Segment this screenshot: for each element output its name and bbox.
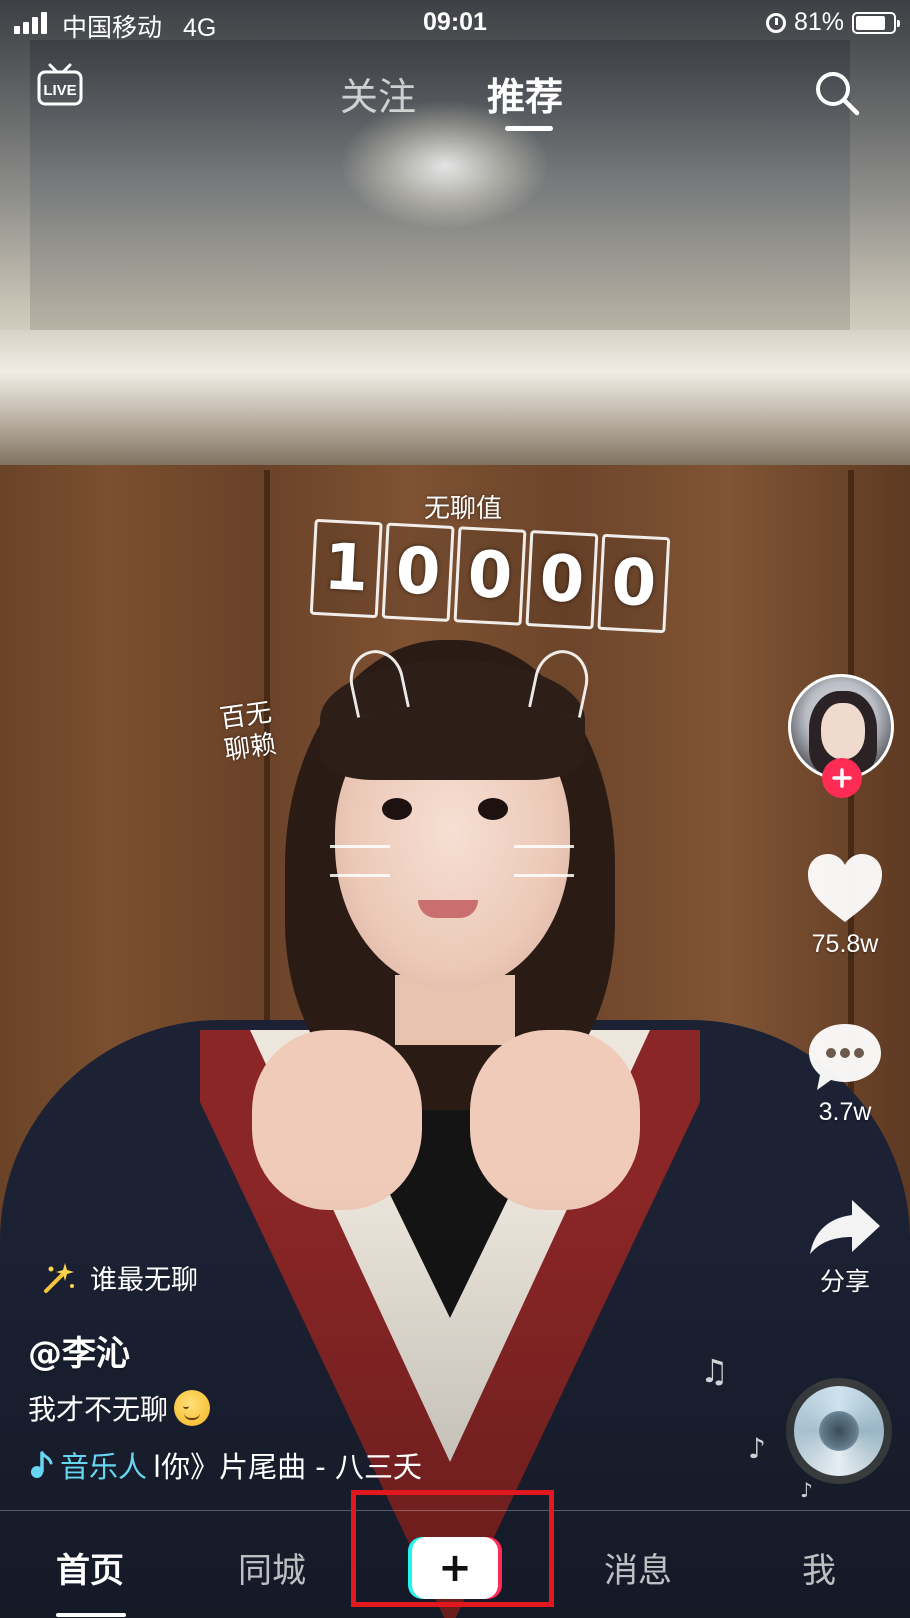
boredom-counter-sticker: 无聊值 1 0 0 0 0 [309, 494, 671, 660]
tab-recommend[interactable]: 推荐 [487, 66, 563, 121]
highlight-annotation-box [351, 1490, 554, 1607]
counter-digit: 0 [597, 533, 671, 634]
video-person-mouth [418, 900, 478, 918]
battery-fill [856, 15, 886, 30]
follow-plus-button[interactable] [822, 758, 862, 798]
creator-avatar-button[interactable] [788, 674, 894, 798]
side-doodle-sticker: 百无 聊赖 [218, 697, 278, 768]
alarm-icon [765, 12, 786, 33]
video-person-eye [382, 798, 412, 820]
music-note-icon: ♫ [700, 1352, 729, 1390]
music-disc-cover [819, 1411, 859, 1451]
caption-text: 我才不无聊 [28, 1393, 169, 1426]
tab-home[interactable]: 首页 [56, 1543, 124, 1592]
top-tabs: 关注 推荐 [0, 62, 910, 132]
counter-digit: 0 [453, 526, 527, 626]
counter-digit: 1 [309, 518, 383, 619]
video-molding [0, 330, 910, 470]
active-tab-indicator [505, 126, 553, 131]
like-count: 75.8w [811, 930, 879, 958]
avatar-face [821, 703, 865, 759]
sticker-caption: 无聊值 [424, 494, 503, 524]
tab-me[interactable]: 我 [802, 1543, 836, 1592]
comment-button[interactable]: 3.7w [790, 1020, 900, 1127]
tab-follow[interactable]: 关注 [340, 66, 416, 121]
sparkle-icon [44, 1262, 74, 1293]
search-icon[interactable] [812, 68, 862, 118]
status-right: 81% [765, 8, 900, 37]
plus-icon [832, 768, 852, 788]
creator-username[interactable]: @李沁 [28, 1326, 130, 1375]
counter-digit: 0 [525, 530, 599, 630]
share-label: 分享 [819, 1268, 870, 1296]
music-note-icon: ♪ [748, 1432, 766, 1465]
counter-row: 1 0 0 0 0 [309, 518, 671, 634]
music-disc-button[interactable] [786, 1378, 892, 1484]
video-caption: 我才不无聊 [28, 1388, 211, 1428]
app-screen: 无聊值 1 0 0 0 0 百无 聊赖 中国移动 4G 09:01 81% LI… [0, 0, 910, 1618]
tab-nearby[interactable]: 同城 [238, 1543, 306, 1592]
video-player[interactable]: 无聊值 1 0 0 0 0 百无 聊赖 [0, 0, 910, 1618]
comment-icon [809, 1024, 881, 1090]
battery-percent: 81% [793, 8, 844, 36]
video-person-eye [478, 798, 508, 820]
counter-digit: 0 [381, 522, 455, 622]
tab-messages[interactable]: 消息 [604, 1543, 672, 1592]
music-info[interactable]: 音乐人 l你》片尾曲 - 八三夭 [28, 1444, 441, 1486]
music-note-icon [31, 1451, 53, 1478]
whisker-sticker [330, 845, 390, 877]
music-note-icon: ♪ [800, 1478, 813, 1502]
home-tab-indicator [56, 1613, 126, 1617]
smirk-emoji-icon [174, 1390, 211, 1426]
like-button[interactable]: 75.8w [790, 850, 900, 959]
battery-icon [852, 11, 900, 34]
whisker-sticker [514, 845, 574, 877]
challenge-label: 谁最无聊 [90, 1265, 198, 1296]
heart-icon [808, 854, 882, 922]
music-title: l你》片尾曲 - 八三夭 [153, 1450, 422, 1484]
share-button[interactable]: 分享 [790, 1196, 900, 1298]
music-artist: 音乐人 [60, 1450, 148, 1484]
share-icon [810, 1200, 880, 1254]
comment-count: 3.7w [818, 1098, 872, 1126]
challenge-tag[interactable]: 谁最无聊 [42, 1258, 198, 1297]
status-bar: 中国移动 4G 09:01 81% [0, 0, 910, 46]
